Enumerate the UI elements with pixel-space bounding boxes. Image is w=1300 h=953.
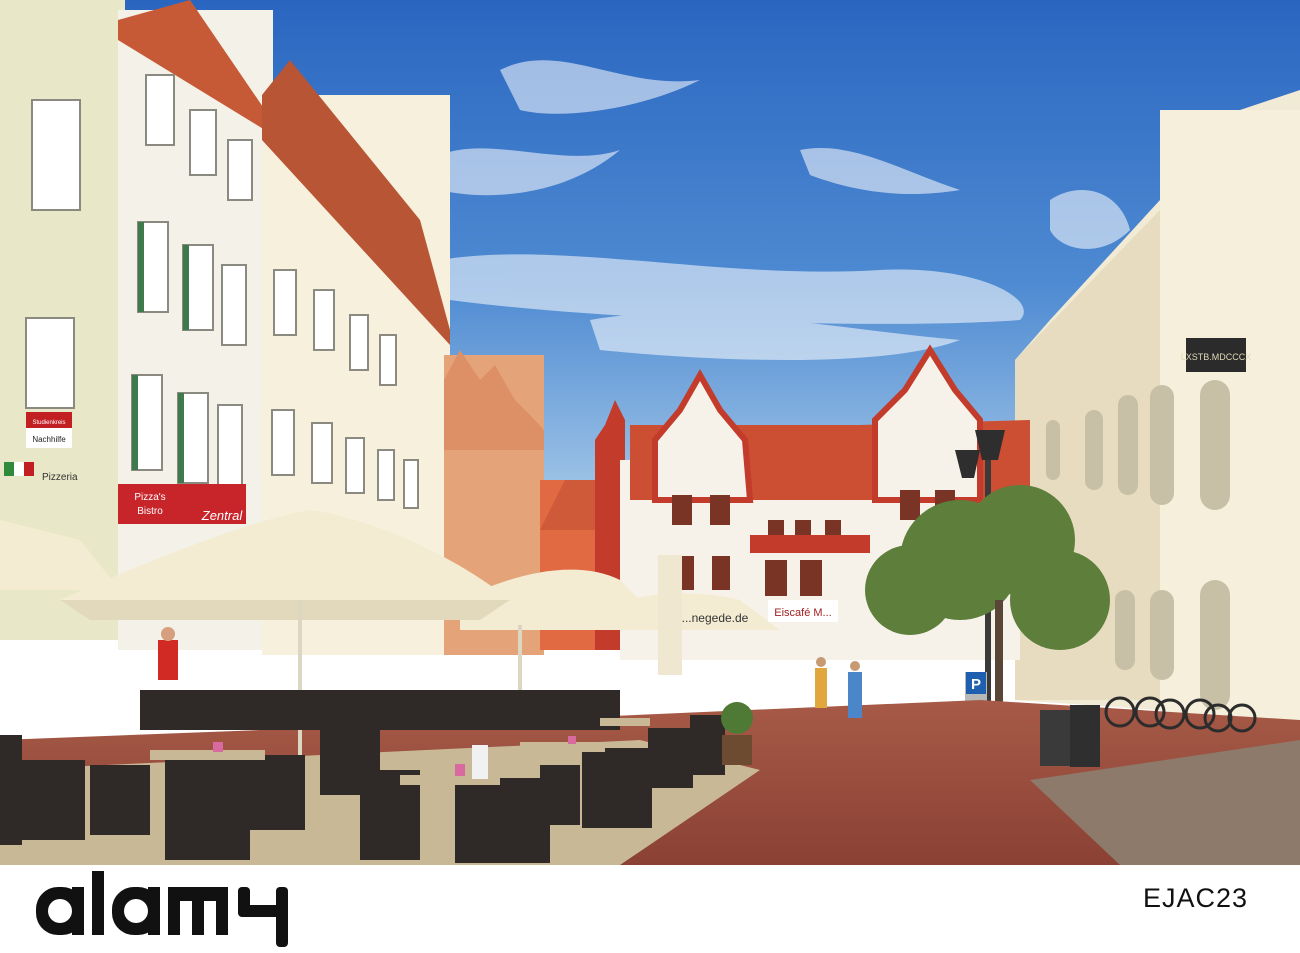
waiter-head: [161, 627, 175, 641]
eiscafe-sign-text: Eiscafé M...: [774, 607, 831, 619]
town-square-photo: LXSTB.MDCCCX P ...negede.de Studienkreis…: [0, 0, 1300, 865]
menu-stand: [472, 745, 488, 779]
umbrella-1-shade: [60, 600, 510, 620]
parking-sign-text: P: [971, 676, 981, 693]
watermark-bar: alamy EJAC23: [0, 865, 1300, 953]
umbrella-pole-1: [298, 600, 302, 770]
closed-umbrella: [658, 555, 682, 675]
waiter: [158, 640, 178, 680]
pizza-sign-line2: Bistro: [137, 506, 163, 517]
pizzeria-sign-text: Pizzeria: [42, 472, 78, 483]
zentral-sign-text: Zentral: [201, 508, 244, 523]
nachhilfe-sign-text: Nachhilfe: [32, 435, 66, 444]
alamy-logo: [36, 871, 288, 947]
waste-bin-2: [1070, 705, 1100, 767]
planter-plant: [721, 702, 753, 734]
inscription-text: LXSTB.MDCCCX: [1181, 352, 1252, 362]
pizza-sign-line1: Pizza's: [134, 492, 165, 503]
planter: [722, 735, 752, 765]
town-hall-balcony: [750, 535, 870, 553]
umbrella-sign: ...negede.de: [682, 611, 749, 625]
studienkreis-sign-text: Studienkreis: [32, 420, 65, 426]
waste-bin-1: [1040, 710, 1070, 766]
stock-image-id: EJAC23: [1142, 883, 1248, 913]
